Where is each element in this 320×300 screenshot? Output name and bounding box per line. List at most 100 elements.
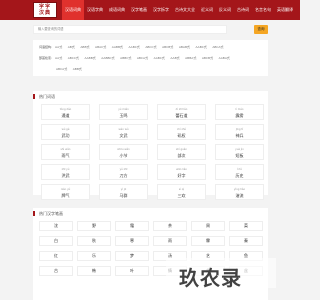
word-card[interactable]: chí zhǔ 矶权 [157,124,206,140]
filter-option[interactable]: ABCA式 [137,56,148,60]
filter-option[interactable]: ABB式 [73,67,82,71]
char-cell[interactable]: 野 [77,221,111,231]
filter-option[interactable]: ABAB式 [179,45,190,49]
filter-option[interactable]: AABBC式 [101,56,114,60]
word-pinyin: yǐng hǎo [233,188,246,191]
logo-line2: 汉典 [38,10,51,16]
filter-option[interactable]: AA式 [55,56,62,60]
nav-item-5[interactable]: 古诗文大全 [172,0,198,20]
word-card[interactable]: wān liǎo 好字 [157,164,206,180]
nav-item-9[interactable]: 名言名句 [252,0,274,20]
word-text: 部次 [177,153,186,158]
word-card[interactable]: yuè jìn 短板 [215,144,264,160]
filter-option[interactable]: AABA式 [219,56,230,60]
word-pinyin: jīng tǐ [235,128,244,131]
nav-item-8[interactable]: 古诗词 [234,0,252,20]
word-card[interactable]: shì guǎn 部次 [157,144,206,160]
word-card[interactable]: dì zhī lǎo 蕾石道 [157,104,206,120]
word-text: 文武 [119,133,128,138]
char-cell[interactable]: 雨 [153,236,187,246]
filter-option[interactable]: AA式 [55,45,62,49]
nav-item-7[interactable]: 反义词 [216,0,234,20]
word-card[interactable]: yì jū 马群 [99,184,148,200]
watermark: 玖农录 [179,266,242,290]
word-text: 蕾石道 [175,113,188,118]
filter-option[interactable]: AAB式 [170,56,179,60]
word-text: 霹雳 [235,113,244,118]
word-text: 雨气 [61,153,70,158]
char-cell[interactable]: 周 [191,221,225,231]
search-input[interactable]: 输入要查询的词语 [33,25,227,34]
word-pinyin: nián yǔ [60,188,71,191]
word-card[interactable]: wǔ gè 武功 [41,124,90,140]
search-button[interactable]: 查询 [254,25,268,34]
word-text: 小节 [119,153,128,158]
word-card[interactable]: sì qí 三欢 [157,184,206,200]
nav-item-4[interactable]: 汉字拆字 [150,0,172,20]
char-cell[interactable]: 寒 [115,236,149,246]
filter-label: 部首检索: [39,56,53,60]
filter-option[interactable]: ABCB式 [162,45,173,49]
filter-option[interactable]: ABAC式 [95,45,106,49]
filter-option[interactable]: AABB式 [84,56,95,60]
filter-option[interactable]: AABC式 [129,45,140,49]
char-cell[interactable]: 韩 [77,266,111,276]
word-card[interactable]: jīng tǐ 神兵 [215,124,264,140]
char-cell[interactable]: 霜 [115,221,149,231]
word-pinyin: lì máo [235,108,244,111]
word-text: 历史 [235,173,244,178]
filter-option[interactable]: ABCC式 [145,45,156,49]
filter-option[interactable]: ABCB式 [202,56,213,60]
filter-option[interactable]: ABCA式 [56,67,67,71]
nav-item-3[interactable]: 汉字笔画 [128,0,150,20]
char-cell[interactable]: 茶 [153,221,187,231]
char-cell[interactable]: 乐 [77,251,111,261]
word-card[interactable]: shōu wǎn 小节 [99,144,148,160]
nav-item-1[interactable]: 汉语字典 [84,0,106,20]
word-pinyin: shōu wǎn [117,148,130,151]
word-card[interactable]: yǔ zhī 刀方 [99,164,148,180]
word-card[interactable]: shì wǎn 雨气 [41,144,90,160]
filter-option[interactable]: ABCC式 [68,56,79,60]
char-cell[interactable]: 霖 [191,236,225,246]
filter-option[interactable]: ABB式 [80,45,89,49]
word-card[interactable]: yù miǎn 玉鸣 [99,104,148,120]
filter-option[interactable]: ABCA式 [212,45,223,49]
main-nav: 汉语词典 汉语字典 成语词典 汉字笔画 汉字拆字 古诗文大全 近义词 反义词 古… [62,0,296,20]
filter-option[interactable]: ABBA式 [185,56,196,60]
word-card[interactable]: nián yǔ 牌气 [41,184,90,200]
filter-option[interactable]: ABBC式 [120,56,131,60]
filter-option[interactable]: AABC式 [196,45,207,49]
word-card[interactable]: wén wǔ 文武 [99,124,148,140]
filter-row-extra: ABCA式 ABB式 [56,67,87,71]
nav-item-0[interactable]: 汉语词典 [62,0,84,20]
word-card[interactable]: zhī yú 洪武 [41,164,90,180]
nav-item-2[interactable]: 成语词典 [106,0,128,20]
word-card[interactable]: tòng dǎo 通道 [41,104,90,120]
char-cell[interactable]: 菜 [229,221,263,231]
word-pinyin: shì wǎn [60,148,71,151]
word-card[interactable]: yǐng hǎo 溶流 [215,184,264,200]
filter-option[interactable]: AABB式 [112,45,123,49]
word-text: 洪武 [61,173,70,178]
char-cell[interactable]: 叶 [115,266,149,276]
word-text: 玉鸣 [119,113,128,118]
char-cell[interactable]: 沈 [39,221,73,231]
nav-item-6[interactable]: 近义词 [198,0,216,20]
char-cell[interactable]: 红 [39,251,73,261]
char-cell[interactable]: 古 [39,266,73,276]
word-pinyin: yù miǎn [118,108,129,111]
nav-item-10[interactable]: 英语翻译 [274,0,296,20]
word-pinyin: zhī yú [61,168,70,171]
word-pinyin: wén wǔ [118,128,129,131]
site-logo[interactable]: 字字 汉典 [33,2,57,18]
char-cell[interactable]: 梦 [115,251,149,261]
word-card[interactable]: lì máo 霹雳 [215,104,264,120]
char-cell[interactable]: 秋 [77,236,111,246]
filter-option[interactable]: AABC式 [154,56,165,60]
char-cell[interactable]: 白 [39,236,73,246]
word-text: 通道 [61,113,70,118]
filter-option[interactable]: AB式 [68,45,75,49]
word-card[interactable]: lì tǔ 历史 [215,164,264,180]
char-cell[interactable]: 秦 [229,236,263,246]
